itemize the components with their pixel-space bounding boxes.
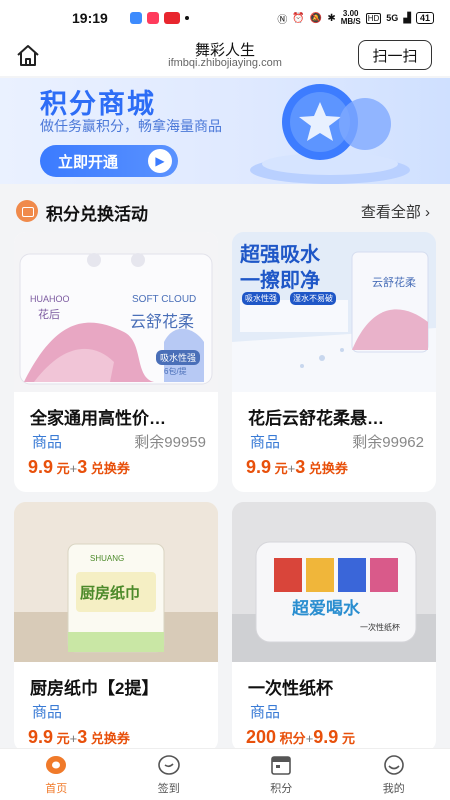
signal-icon: ▟ — [403, 12, 411, 24]
product-card[interactable]: 超爱喝水 一次性纸杯 一次性纸杯 商品 200 积分+9.9 元 — [232, 502, 436, 752]
headline-2: 一擦即净 — [240, 270, 320, 292]
product-card[interactable]: 厨房纸巾 SHUANG 厨房纸巾【2提】 商品 9.9 元+3 兑换券 — [14, 502, 218, 752]
price-unit: 元 — [56, 461, 70, 476]
product-image: 厨房纸巾 SHUANG — [14, 502, 218, 662]
mute-icon: 🔕 — [309, 12, 323, 24]
price-secondary-unit: 元 — [341, 731, 355, 746]
more-dot-icon — [184, 16, 189, 20]
checkin-icon — [157, 754, 180, 775]
signal-label: 5G — [386, 13, 399, 23]
product-price: 9.9 元+3 兑换券 — [28, 727, 130, 748]
nav-item-profile[interactable]: 我的 — [338, 749, 450, 800]
home-icon — [46, 755, 67, 774]
price-secondary-unit: 兑换券 — [90, 731, 130, 746]
status-app-icons — [129, 12, 189, 24]
nav-label: 签到 — [157, 782, 180, 795]
product-name: 花后云舒花柔悬… — [248, 409, 384, 428]
series-cn-label: 云舒花柔 — [130, 314, 195, 331]
feature-chip: 吸水性强 — [242, 292, 280, 305]
view-all-link[interactable]: 查看全部 › — [361, 201, 430, 222]
price-unit: 元 — [274, 461, 288, 476]
product-tag: 商品 — [250, 434, 281, 451]
product-price: 9.9 元+3 兑换券 — [246, 457, 348, 478]
price-secondary: 3 — [295, 457, 306, 477]
feature-chip: 湿水不易破 — [290, 292, 336, 305]
nav-label: 首页 — [45, 782, 68, 795]
nav-item-points[interactable]: 积分 — [225, 749, 338, 800]
price-secondary-unit: 兑换券 — [90, 461, 130, 476]
product-image: 超爱喝水 一次性纸杯 — [232, 502, 436, 662]
brand-label: HUAHOO — [30, 294, 70, 304]
product-stock: 剩余99962 — [352, 434, 424, 451]
price-unit: 积分 — [279, 731, 306, 746]
price-secondary: 9.9 — [313, 727, 339, 747]
app-header: 舞彩人生 ifmbqi.zhibojiaying.com 扫一扫 — [0, 36, 450, 76]
nav-item-checkin[interactable]: 签到 — [113, 749, 226, 800]
product-image: 超强吸水 一擦即净 吸水性强 湿水不易破 云舒花柔 — [232, 232, 436, 392]
product-tag: 商品 — [32, 434, 63, 451]
nav-label: 我的 — [382, 782, 405, 795]
star-coin-illustration — [250, 84, 410, 184]
brand-cn-label: 花后 — [38, 309, 60, 321]
pack-count: 6包/提 — [164, 367, 187, 376]
profile-icon — [383, 754, 404, 775]
app-notification-icon — [129, 12, 142, 24]
arrow-right-icon: ▶ — [148, 149, 172, 173]
product-name: 全家通用高性价… — [30, 409, 166, 428]
product-card[interactable]: 超强吸水 一擦即净 吸水性强 湿水不易破 云舒花柔 花后云舒花柔悬… 商品 剩余… — [232, 232, 436, 492]
banner-description: 做任务赢积分，畅拿海量商品 — [40, 118, 222, 134]
points-mall-banner[interactable]: 积分商城 做任务赢积分，畅拿海量商品 立即开通 ▶ — [0, 78, 450, 184]
headline-1: 超强吸水 — [240, 244, 320, 266]
price-main: 9.9 — [28, 727, 54, 747]
activate-button[interactable]: 立即开通 ▶ — [40, 145, 178, 177]
price-secondary: 3 — [77, 727, 88, 747]
product-card[interactable]: HUAHOO 花后 SOFT CLOUD 云舒花柔 吸水性强 6包/提 全家通用… — [14, 232, 218, 492]
speed-unit: MB/S — [340, 17, 361, 26]
app-notification-icon — [146, 12, 159, 24]
scan-button[interactable]: 扫一扫 — [358, 40, 432, 70]
package-sublabel: 一次性纸杯 — [360, 623, 400, 632]
package-label: 厨房纸巾 — [80, 585, 141, 602]
price-secondary: 3 — [77, 457, 88, 477]
package-label: 超爱喝水 — [292, 599, 360, 618]
nfc-icon: Ⓝ — [277, 14, 288, 26]
product-name: 一次性纸杯 — [248, 679, 333, 698]
bluetooth-icon: ✱ — [327, 12, 336, 24]
status-bar: 19:19 Ⓝ ⏰ 🔕 ✱ 3.00 MB/S HD 5G ▟ 41 — [0, 0, 450, 36]
app-notification-icon — [163, 12, 180, 24]
series-en-label: SOFT CLOUD — [132, 294, 197, 305]
product-image: HUAHOO 花后 SOFT CLOUD 云舒花柔 吸水性强 6包/提 — [14, 232, 218, 392]
gift-box-icon — [16, 200, 38, 222]
brand-label: 云舒花柔 — [372, 277, 416, 289]
product-tag: 商品 — [32, 704, 63, 721]
status-indicators: Ⓝ ⏰ 🔕 ✱ 3.00 MB/S HD 5G ▟ 41 — [277, 10, 434, 26]
price-main: 9.9 — [28, 457, 54, 477]
alarm-icon: ⏰ — [292, 12, 305, 24]
hd-badge: HD — [365, 12, 382, 24]
product-price: 200 积分+9.9 元 — [246, 727, 355, 748]
activate-label: 立即开通 — [58, 153, 119, 171]
product-tag: 商品 — [250, 704, 281, 721]
calendar-icon — [271, 755, 292, 775]
product-price: 9.9 元+3 兑换券 — [28, 457, 130, 478]
nav-item-home[interactable]: 首页 — [0, 749, 113, 800]
product-name: 厨房纸巾【2提】 — [30, 679, 159, 698]
nav-label: 积分 — [270, 782, 293, 795]
feature-badge: 吸水性强 — [156, 350, 201, 365]
section-title: 积分兑换活动 — [46, 205, 148, 224]
price-main: 9.9 — [246, 457, 272, 477]
battery-icon: 41 — [415, 12, 434, 24]
price-unit: 元 — [56, 731, 70, 746]
price-main: 200 — [246, 727, 277, 747]
exchange-section-header: 积分兑换活动 查看全部 › — [0, 194, 450, 228]
brand-label: SHUANG — [90, 554, 125, 563]
status-time: 19:19 — [72, 10, 108, 26]
bottom-navigation: 首页 签到 积分 我的 — [0, 748, 450, 800]
price-secondary-unit: 兑换券 — [308, 461, 348, 476]
product-stock: 剩余99959 — [134, 434, 206, 451]
network-speed: 3.00 MB/S — [341, 10, 361, 26]
